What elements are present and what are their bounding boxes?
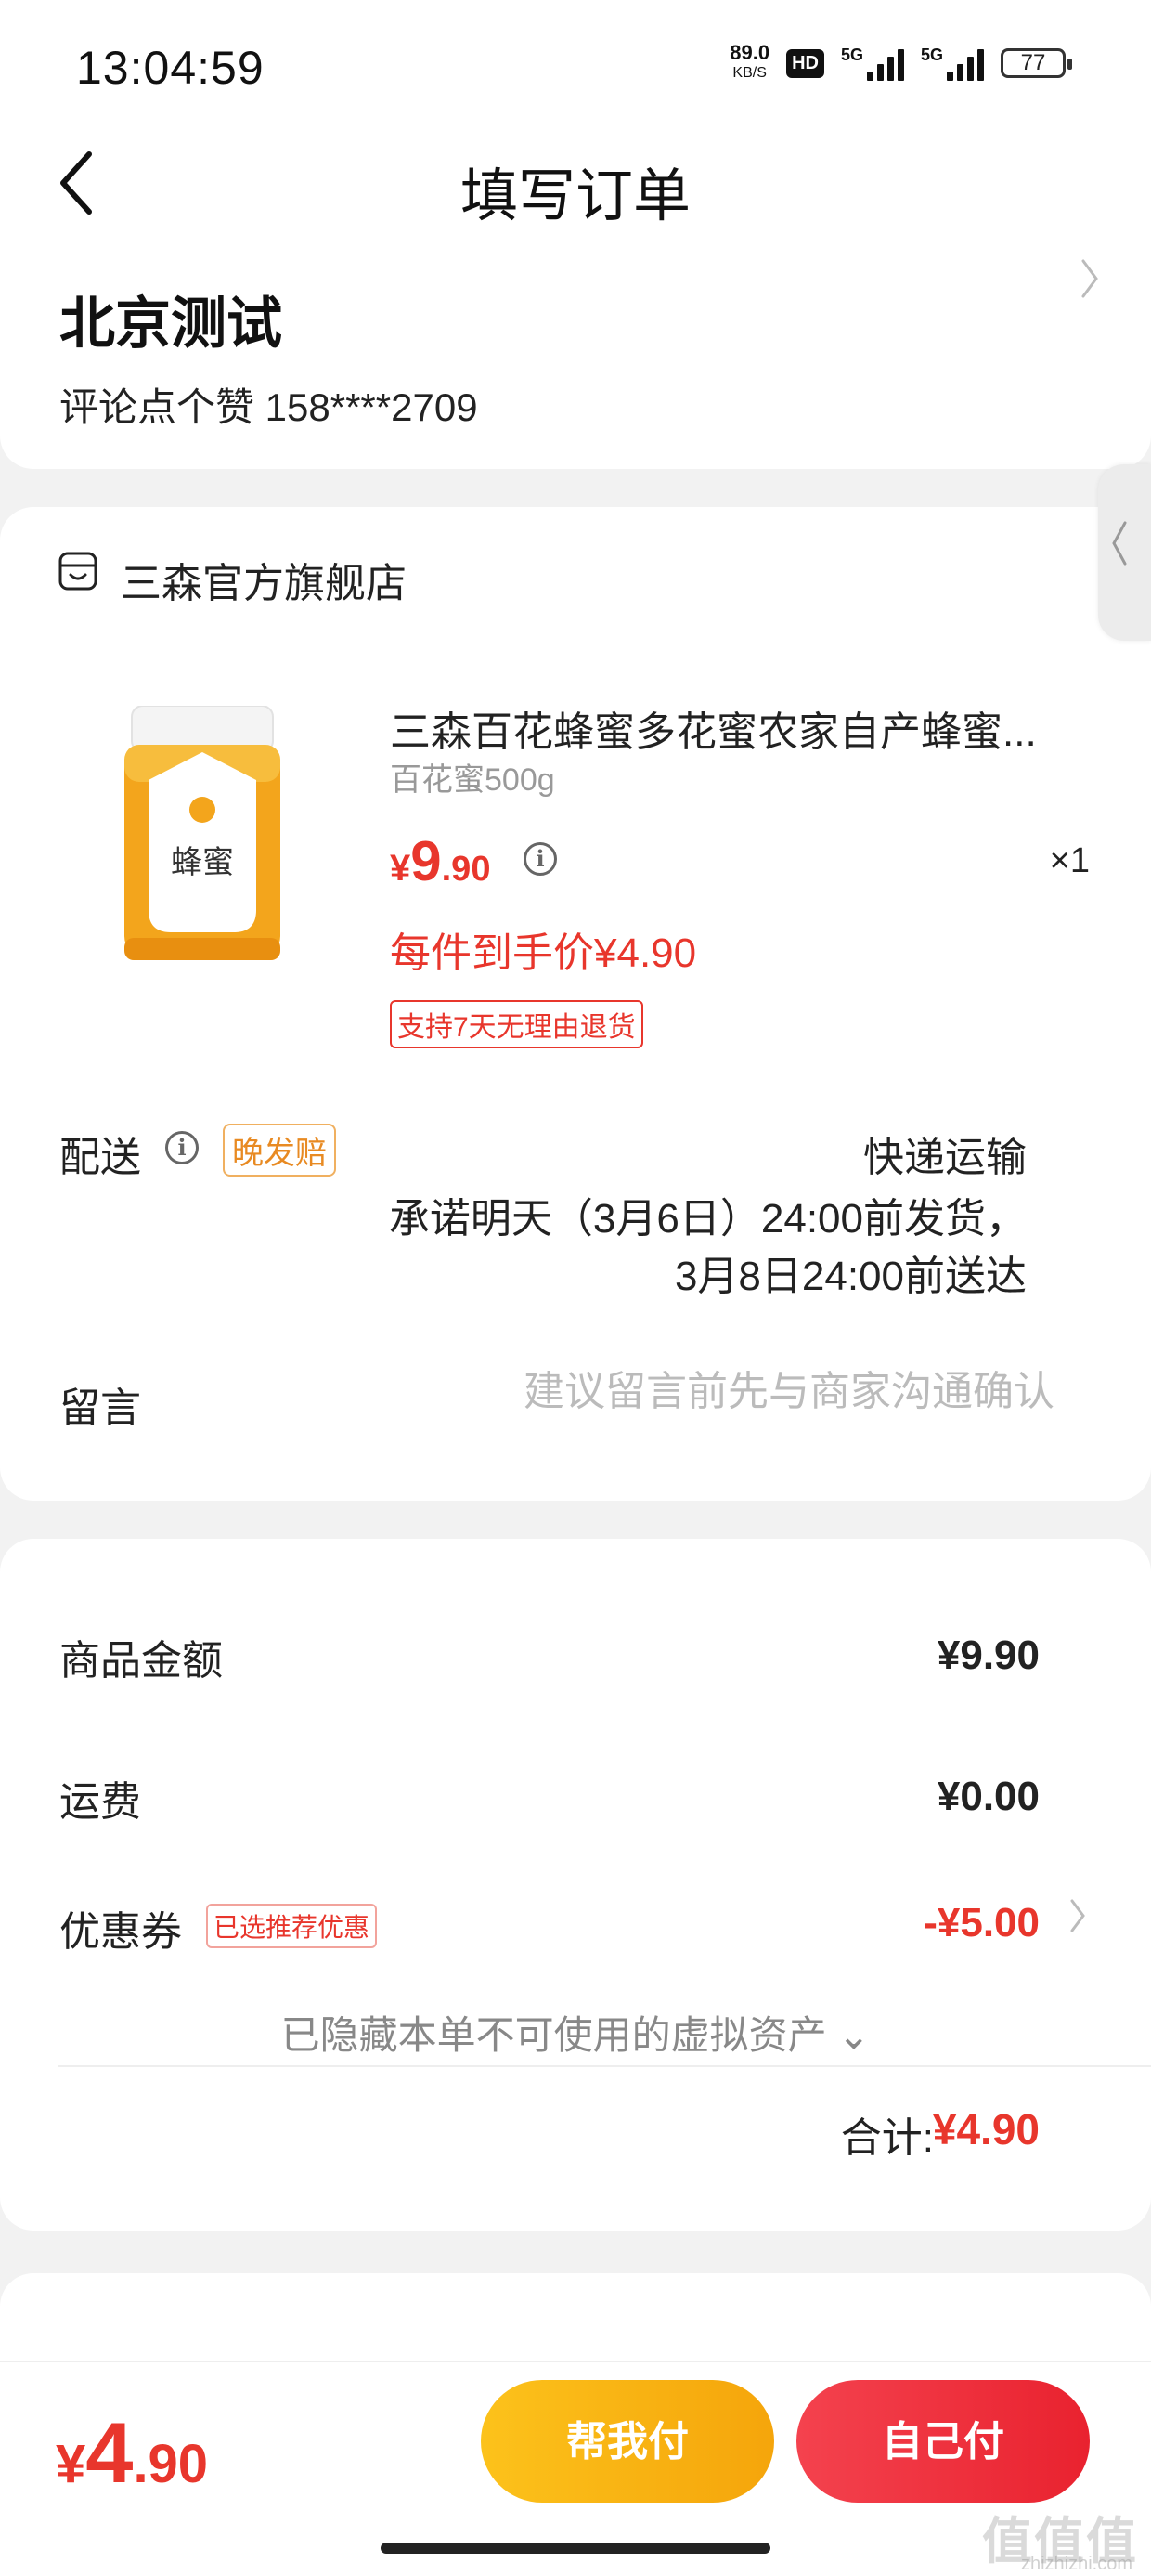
message-input[interactable]	[460, 1369, 1054, 1415]
coupon-chevron-icon[interactable]	[1069, 1894, 1086, 1945]
network-speed: 89.0 KB/S	[730, 43, 769, 84]
store-name[interactable]: 三森官方旗舰店	[121, 550, 407, 609]
goods-amount-value: ¥9.90	[937, 1633, 1040, 1678]
status-time: 13:04:59	[76, 42, 265, 94]
battery-icon: 77	[1001, 48, 1072, 78]
network-speed-unit: KB/S	[732, 65, 767, 81]
coupon-badge: 已选推荐优惠	[206, 1904, 378, 1948]
side-chevron-svg	[1112, 521, 1127, 566]
side-chevron-icon[interactable]	[1110, 520, 1129, 579]
message-label: 留言	[59, 1386, 141, 1431]
watermark-url: zhizhizhi.com	[1020, 2554, 1132, 2574]
price-decimal: .90	[441, 850, 491, 889]
bottom-price-currency: ¥	[56, 2434, 86, 2494]
coupon-arrow-svg	[1070, 1899, 1085, 1932]
delivery-method: 快递运输	[863, 1135, 1027, 1180]
product-spec: 百花蜜500g	[390, 762, 555, 798]
signal-icon-1: 5G	[841, 46, 904, 81]
delivery-promise-arrive: 3月8日24:00前送达	[674, 1254, 1027, 1299]
total-label: 合计:	[840, 2115, 934, 2161]
store-icon	[58, 552, 97, 591]
chevron-right-icon[interactable]	[1080, 255, 1099, 311]
delivery-label: 配送	[59, 1135, 141, 1180]
final-price-per-item: 每件到手价¥4.90	[390, 930, 697, 976]
goods-amount-label: 商品金额	[59, 1638, 223, 1684]
home-indicator[interactable]	[381, 2543, 770, 2554]
info-icon[interactable]: i	[524, 842, 557, 876]
delivery-promise-ship: 承诺明天（3月6日）24:00前发货，	[388, 1196, 1027, 1242]
signal-icon-2: 5G	[921, 46, 984, 81]
total-value: ¥4.90	[932, 2105, 1040, 2153]
network-speed-value: 89.0	[730, 41, 770, 64]
bottom-total-price: ¥4.90	[56, 2405, 208, 2503]
shipping-value: ¥0.00	[937, 1774, 1040, 1819]
status-icons: 89.0 KB/S HD 5G 5G 77	[730, 43, 1072, 84]
page-title: 填写订单	[459, 164, 691, 228]
shipping-label: 运费	[59, 1779, 141, 1825]
coupon-label[interactable]: 优惠券	[59, 1898, 182, 1958]
signal-label-2: 5G	[920, 46, 943, 64]
hidden-assets-toggle[interactable]: 已隐藏本单不可使用的虚拟资产 ⌄	[0, 2004, 1151, 2061]
product-price: ¥9.90	[390, 829, 490, 893]
divider	[58, 2065, 1151, 2067]
hd-icon: HD	[786, 48, 824, 78]
product-title[interactable]: 三森百花蜂蜜多花蜜农家自产蜂蜜...	[390, 698, 1058, 758]
address-contact: 评论点个赞 158****2709	[59, 385, 478, 429]
bottom-price-integer: 4	[85, 2406, 134, 2501]
return-policy-badge: 支持7天无理由退货	[390, 1000, 643, 1048]
bottom-price-decimal: .90	[133, 2434, 209, 2494]
address-name: 北京测试	[59, 293, 282, 355]
delivery-info-icon[interactable]: i	[165, 1131, 199, 1164]
signal-label-1: 5G	[840, 46, 863, 64]
product-image[interactable]: 蜂蜜	[121, 706, 284, 966]
address-arrow-icon	[1081, 259, 1098, 298]
price-integer: 9	[410, 830, 442, 892]
help-pay-button[interactable]: 帮我付	[481, 2380, 774, 2503]
coupon-value[interactable]: -¥5.00	[924, 1900, 1040, 1946]
price-currency: ¥	[390, 848, 411, 889]
product-quantity: ×1	[1049, 841, 1090, 880]
self-pay-button[interactable]: 自己付	[796, 2380, 1090, 2503]
late-compensation-badge: 晚发赔	[223, 1124, 336, 1177]
jar-label: 蜂蜜	[171, 844, 234, 881]
